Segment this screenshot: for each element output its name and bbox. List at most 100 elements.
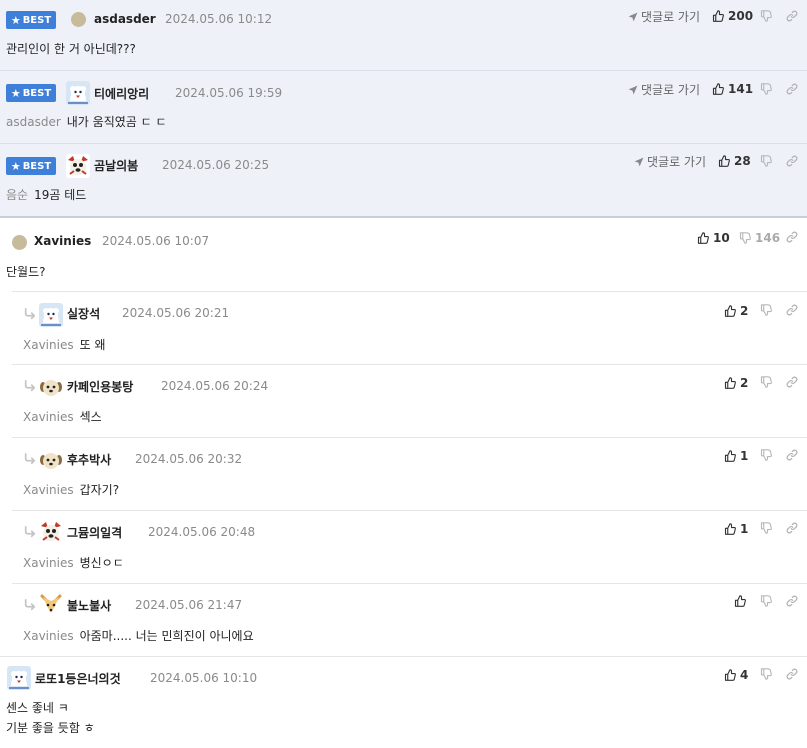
comment-date: 2024.05.06 10:12 (165, 12, 273, 26)
like-count: 1 (740, 522, 749, 536)
like-button[interactable] (734, 595, 750, 607)
like-button[interactable]: 28 (718, 154, 751, 168)
comment: Xavinies 2024.05.06 10:07 10 146 단월드? (0, 218, 807, 292)
send-icon (628, 12, 638, 22)
dislike-button[interactable] (760, 522, 772, 534)
like-button[interactable]: 200 (712, 9, 753, 23)
comment-text: Xavinies 병신ㅇㄷ (23, 556, 124, 570)
dislike-button[interactable] (760, 449, 772, 461)
comment-author[interactable]: 그뮴의일격 (67, 524, 122, 541)
comment-author[interactable]: Xavinies (34, 234, 91, 248)
avatar[interactable] (39, 375, 63, 399)
avatar[interactable] (7, 666, 31, 690)
thumbs-down-icon (760, 304, 772, 316)
reply-comment: 실장석 2024.05.06 20:21 2 Xavinies 또 왜 (0, 292, 807, 364)
like-count: 10 (713, 231, 730, 245)
dislike-button[interactable] (760, 595, 772, 607)
avatar[interactable] (12, 235, 27, 250)
like-button[interactable]: 2 (724, 304, 748, 318)
dislike-button[interactable]: 146 (739, 231, 780, 245)
best-badge: ★ BEST (6, 11, 56, 29)
mention[interactable]: 음순 (6, 188, 28, 202)
mention[interactable]: Xavinies (23, 338, 74, 352)
dislike-button[interactable] (760, 376, 772, 388)
dislike-button[interactable] (760, 668, 772, 680)
like-button[interactable]: 2 (724, 376, 748, 390)
link-button[interactable] (786, 376, 798, 388)
comment-author[interactable]: 곰날의봄 (94, 157, 138, 174)
comment-text: Xavinies 또 왜 (23, 338, 106, 352)
comment-author[interactable]: asdasder (94, 12, 156, 26)
link-button[interactable] (786, 522, 798, 534)
send-icon (634, 157, 644, 167)
mention[interactable]: Xavinies (23, 629, 74, 643)
comment-date: 2024.05.06 10:07 (102, 234, 210, 248)
avatar[interactable] (39, 520, 63, 544)
send-icon (628, 85, 638, 95)
comment-text: asdasder 내가 움직였곰 ㄷ ㄷ (6, 115, 167, 129)
best-badge: ★ BEST (6, 84, 56, 102)
comment-author[interactable]: 실장석 (67, 305, 100, 322)
comment-author[interactable]: 티에리앙리 (94, 85, 149, 102)
reply-arrow-icon (23, 308, 37, 320)
star-icon: ★ (10, 86, 21, 100)
dislike-button[interactable] (760, 83, 772, 95)
comment-author[interactable]: 후추박사 (67, 451, 111, 468)
link-icon (786, 155, 798, 167)
dislike-count: 146 (755, 231, 781, 245)
avatar[interactable] (39, 448, 63, 472)
like-count: 2 (740, 376, 749, 390)
avatar[interactable] (39, 303, 63, 327)
link-icon (786, 449, 798, 461)
goto-comment-link[interactable]: 댓글로 가기 (634, 153, 706, 170)
avatar[interactable] (71, 12, 86, 27)
link-button[interactable] (786, 449, 798, 461)
reply-comment: 후추박사 2024.05.06 20:32 1 Xavinies 갑자기? (0, 438, 807, 510)
link-icon (786, 376, 798, 388)
best-comment: ★ BEST asdasder 2024.05.06 10:12 댓글로 가기 2… (0, 0, 807, 71)
mention[interactable]: Xavinies (23, 410, 74, 424)
link-button[interactable] (786, 155, 798, 167)
thumbs-down-icon (760, 522, 772, 534)
thumbs-down-icon (760, 449, 772, 461)
mention[interactable]: Xavinies (23, 556, 74, 570)
dislike-button[interactable] (760, 304, 772, 316)
avatar[interactable] (39, 593, 63, 617)
link-button[interactable] (786, 231, 798, 243)
link-button[interactable] (786, 83, 798, 95)
dislike-button[interactable] (760, 155, 772, 167)
like-count: 2 (740, 304, 749, 318)
like-button[interactable]: 141 (712, 82, 753, 96)
dislike-button[interactable] (760, 10, 772, 22)
comment-author[interactable]: 카페인용봉탕 (67, 378, 133, 395)
comment-date: 2024.05.06 10:10 (150, 671, 258, 685)
thumbs-down-icon (760, 83, 772, 95)
goto-comment-link[interactable]: 댓글로 가기 (628, 81, 700, 98)
comment-text-line-2: 기분 좋을 듯함 ㅎ (6, 721, 95, 735)
mention[interactable]: asdasder (6, 115, 61, 129)
reply-arrow-icon (23, 599, 37, 611)
comment-text: 단월드? (6, 265, 46, 279)
link-button[interactable] (786, 595, 798, 607)
best-badge: ★ BEST (6, 157, 56, 175)
link-button[interactable] (786, 10, 798, 22)
comment-author[interactable]: 불노불사 (67, 597, 111, 614)
comment-author[interactable]: 로또1등은너의것 (35, 670, 121, 687)
thumbs-up-icon (712, 83, 724, 95)
reply-comment: 카페인용봉탕 2024.05.06 20:24 2 Xavinies 섹스 (0, 365, 807, 437)
link-icon (786, 304, 798, 316)
like-button[interactable]: 4 (724, 668, 748, 682)
like-button[interactable]: 10 (697, 231, 730, 245)
link-button[interactable] (786, 668, 798, 680)
like-button[interactable]: 1 (724, 449, 748, 463)
link-button[interactable] (786, 304, 798, 316)
goto-comment-link[interactable]: 댓글로 가기 (628, 8, 700, 25)
thumbs-up-icon (697, 232, 709, 244)
like-count: 1 (740, 449, 749, 463)
avatar[interactable] (66, 154, 90, 178)
thumbs-up-icon (712, 10, 724, 22)
like-button[interactable]: 1 (724, 522, 748, 536)
avatar[interactable] (66, 81, 90, 105)
mention[interactable]: Xavinies (23, 483, 74, 497)
like-count: 28 (734, 154, 751, 168)
